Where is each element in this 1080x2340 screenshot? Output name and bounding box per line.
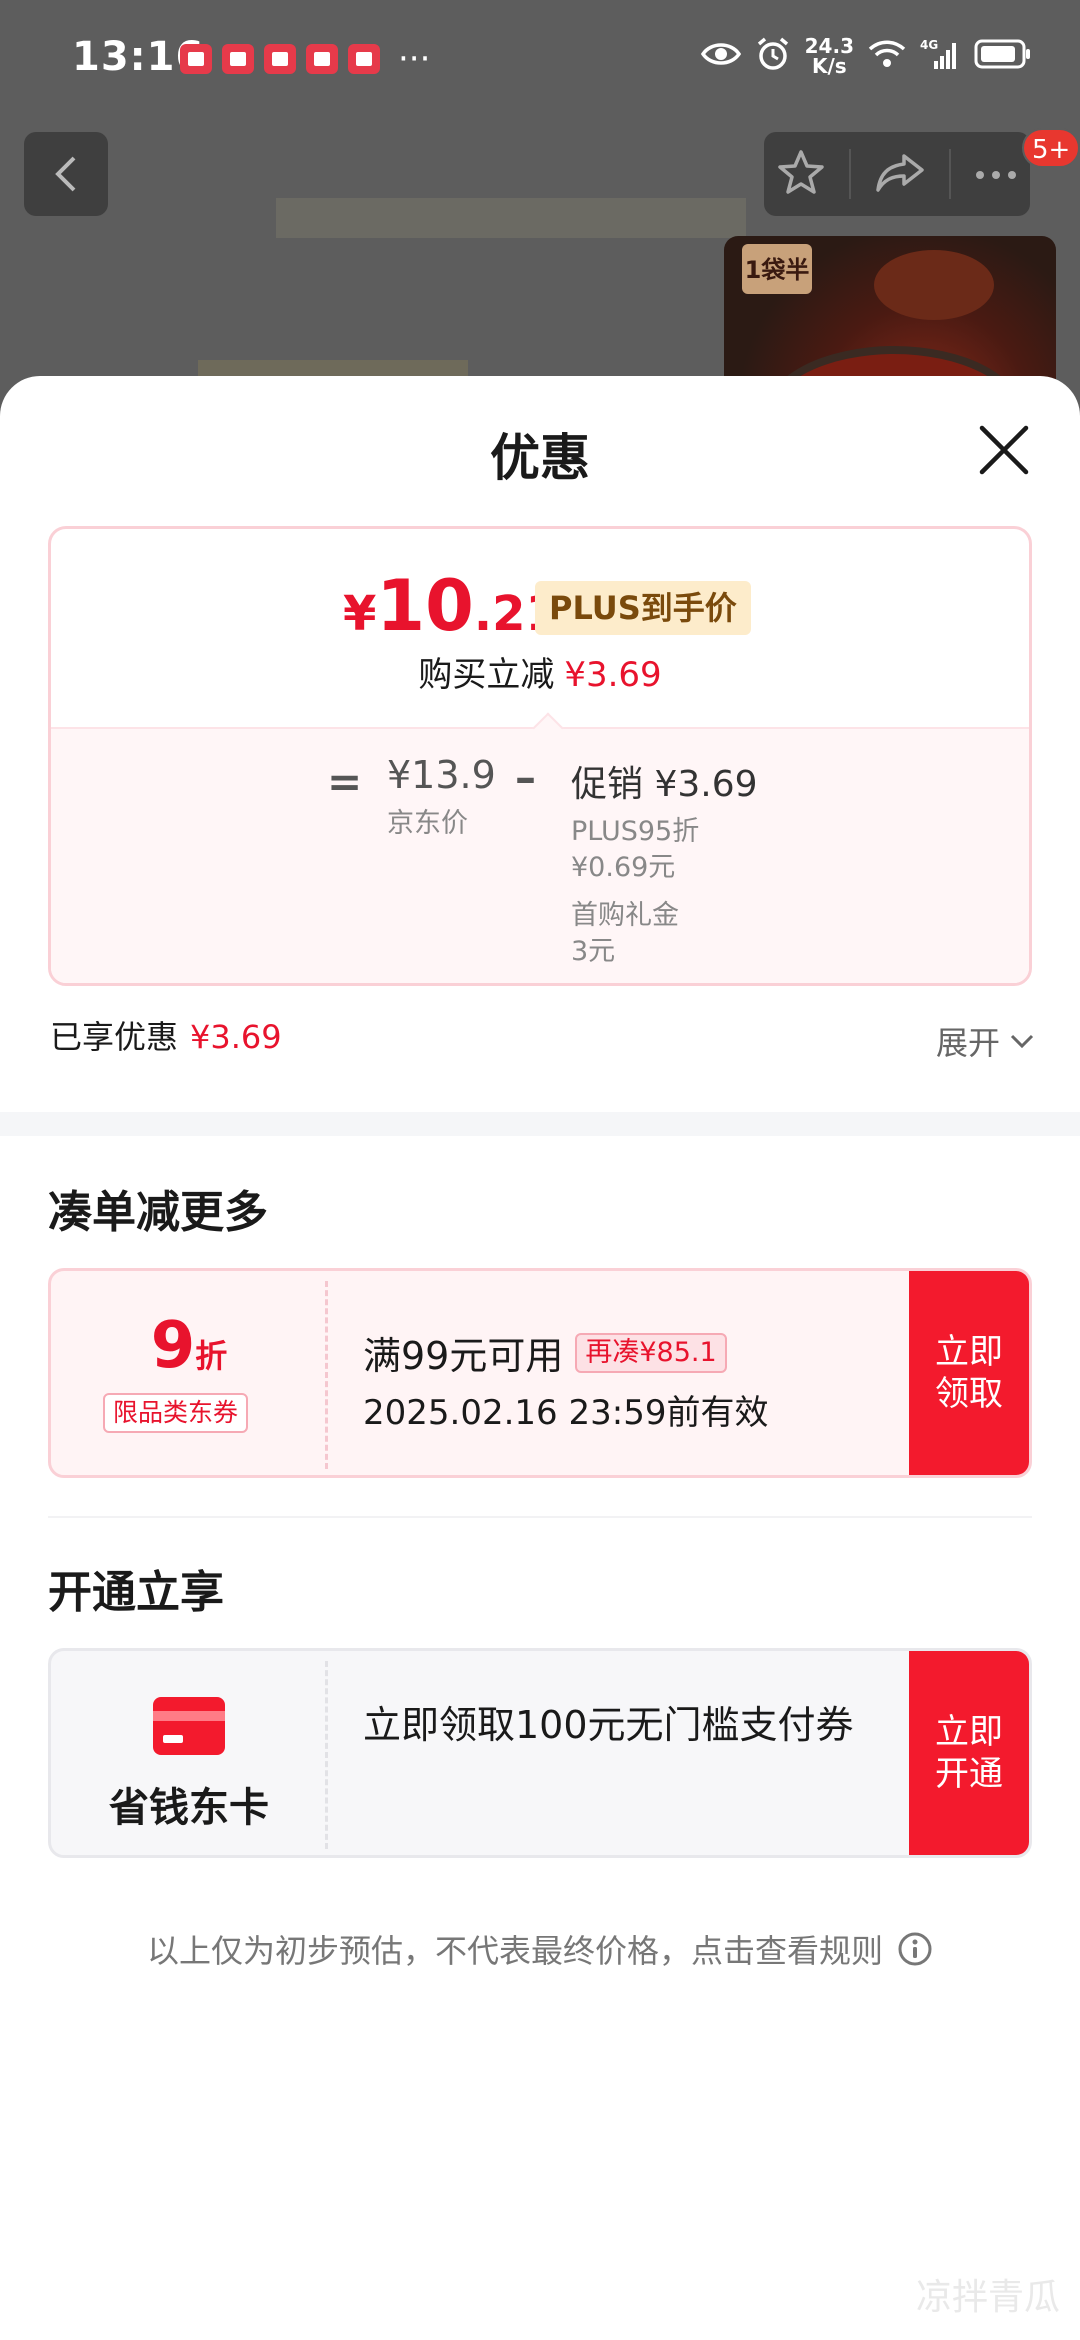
notification-icon [348,44,380,74]
coupon-divider [325,1281,328,1469]
instant-discount-label: 购买立减 [418,655,555,695]
minus-sign: – [515,753,536,802]
close-icon [979,425,1029,475]
background-banner [276,198,746,238]
expand-button[interactable]: 展开 [936,1018,1034,1064]
jd-price-value: ¥13.9 [387,753,496,797]
discount-unit: 折 [195,1337,228,1375]
section-divider [0,1112,1080,1136]
speed-value: 24.3 [804,34,854,58]
sheet-title: 优惠 [490,429,590,487]
membership-card-offer: 省钱东卡 立即领取100元无门槛支付券 立即 开通 [48,1648,1032,1858]
coupon-value: 9折 限品类东券 [51,1271,327,1475]
button-line: 立即 [935,1712,1003,1752]
cellular-signal-icon: 4G [920,37,960,75]
notification-icon [264,44,296,74]
top-actions [764,132,1030,216]
enjoyed-value: ¥3.69 [190,1018,282,1056]
coupon-category-tag: 限品类东券 [103,1393,249,1433]
product-thumbnail: 1袋半 [724,236,1056,396]
final-price-section: ¥10.21 PLUS到手价 购买立减 ¥3.69 [51,529,1029,727]
battery-icon [974,39,1032,73]
eye-icon [700,40,741,72]
coupon-validity: 2025.02.16 23:59前有效 [363,1393,769,1433]
chevron-left-icon [55,156,76,192]
plus-price-tag: PLUS到手价 [535,581,751,635]
final-price: ¥10.21 [343,565,559,647]
membership-card: 省钱东卡 [51,1651,327,1855]
promotion-detail: ¥0.69元 [571,852,676,883]
enjoyed-discount: 已享优惠 ¥3.69 [50,1012,282,1058]
status-right: 24.3 K/s 4G [700,36,1032,76]
promotion-detail: 3元 [571,936,616,967]
chevron-down-icon [1010,1034,1034,1048]
speed-unit: K/s [811,54,847,78]
promotion-detail: 首购礼金 [571,900,679,931]
membership-offer-description: 立即领取100元无门槛支付券 [363,1703,854,1747]
svg-text:4G: 4G [920,38,938,52]
product-image-detail [874,250,994,320]
share-icon[interactable] [874,150,926,198]
claim-coupon-button[interactable]: 立即 领取 [909,1271,1029,1475]
notification-icons: ··· [180,39,431,79]
price-formula: = ¥13.9 京东价 – 促销 ¥3.69 PLUS95折 ¥0.69元 首购… [51,727,1029,983]
star-icon[interactable] [776,148,826,200]
back-button[interactable] [24,132,108,216]
close-button[interactable] [976,422,1032,478]
network-speed: 24.3 K/s [805,36,854,76]
instant-discount-value: ¥3.69 [564,655,662,695]
wifi-icon [868,39,906,73]
status-bar: 13:16 ··· 24.3 K/s 4G [0,0,1080,120]
equals-sign: = [327,757,363,806]
message-badge: 5+ [1022,128,1080,168]
price-disclaimer[interactable]: 以上仅为初步预估，不代表最终价格，点击查看规则 [0,1926,1080,1972]
button-line: 开通 [935,1754,1003,1794]
section-title-open-benefit: 开通立享 [48,1567,224,1618]
instant-discount: 购买立减 ¥3.69 [51,647,1029,696]
disclaimer-text: 以上仅为初步预估，不代表最终价格，点击查看规则 [146,1932,883,1970]
notification-icon [306,44,338,74]
product-logo: 1袋半 [742,244,812,294]
jd-price-label: 京东价 [387,808,468,839]
discount-sheet: 优惠 ¥10.21 PLUS到手价 购买立减 ¥3.69 = ¥13.9 京东价 … [0,376,1080,2340]
divider [949,149,952,199]
button-line: 立即 [935,1332,1003,1372]
coupon-condition-row: 满99元可用 再凑¥85.1 [363,1325,727,1380]
alarm-icon [755,36,791,76]
price-integer: 10 [376,565,474,647]
section-divider-line [48,1516,1032,1518]
watermark: 凉拌青瓜 [915,2277,1060,2318]
discount-coupon: 9折 限品类东券 满99元可用 再凑¥85.1 2025.02.16 23:59… [48,1268,1032,1478]
section-title-more-savings: 凑单减更多 [48,1187,268,1238]
coupon-discount: 9折 [51,1309,327,1383]
divider [848,149,851,199]
price-currency: ¥ [343,586,377,642]
membership-card-name: 省钱东卡 [109,1785,269,1831]
add-more-tag: 再凑¥85.1 [575,1332,727,1373]
more-notifications-icon: ··· [398,39,431,79]
price-breakdown-card: ¥10.21 PLUS到手价 购买立减 ¥3.69 = ¥13.9 京东价 – 促… [48,526,1032,986]
promotion-total: 促销 ¥3.69 [571,764,758,805]
membership-card-icon [151,1695,227,1761]
activate-membership-button[interactable]: 立即 开通 [909,1651,1029,1855]
expand-label: 展开 [935,1024,1000,1062]
promotion-detail: PLUS95折 [571,816,700,847]
coupon-condition: 满99元可用 [363,1334,564,1378]
discount-number: 9 [150,1309,196,1383]
info-icon [898,1932,932,1966]
more-icon[interactable] [974,165,1018,184]
notification-icon [180,44,212,74]
enjoyed-label: 已享优惠 [50,1018,179,1056]
button-line: 领取 [935,1374,1003,1414]
coupon-divider [325,1661,328,1849]
notification-icon [222,44,254,74]
